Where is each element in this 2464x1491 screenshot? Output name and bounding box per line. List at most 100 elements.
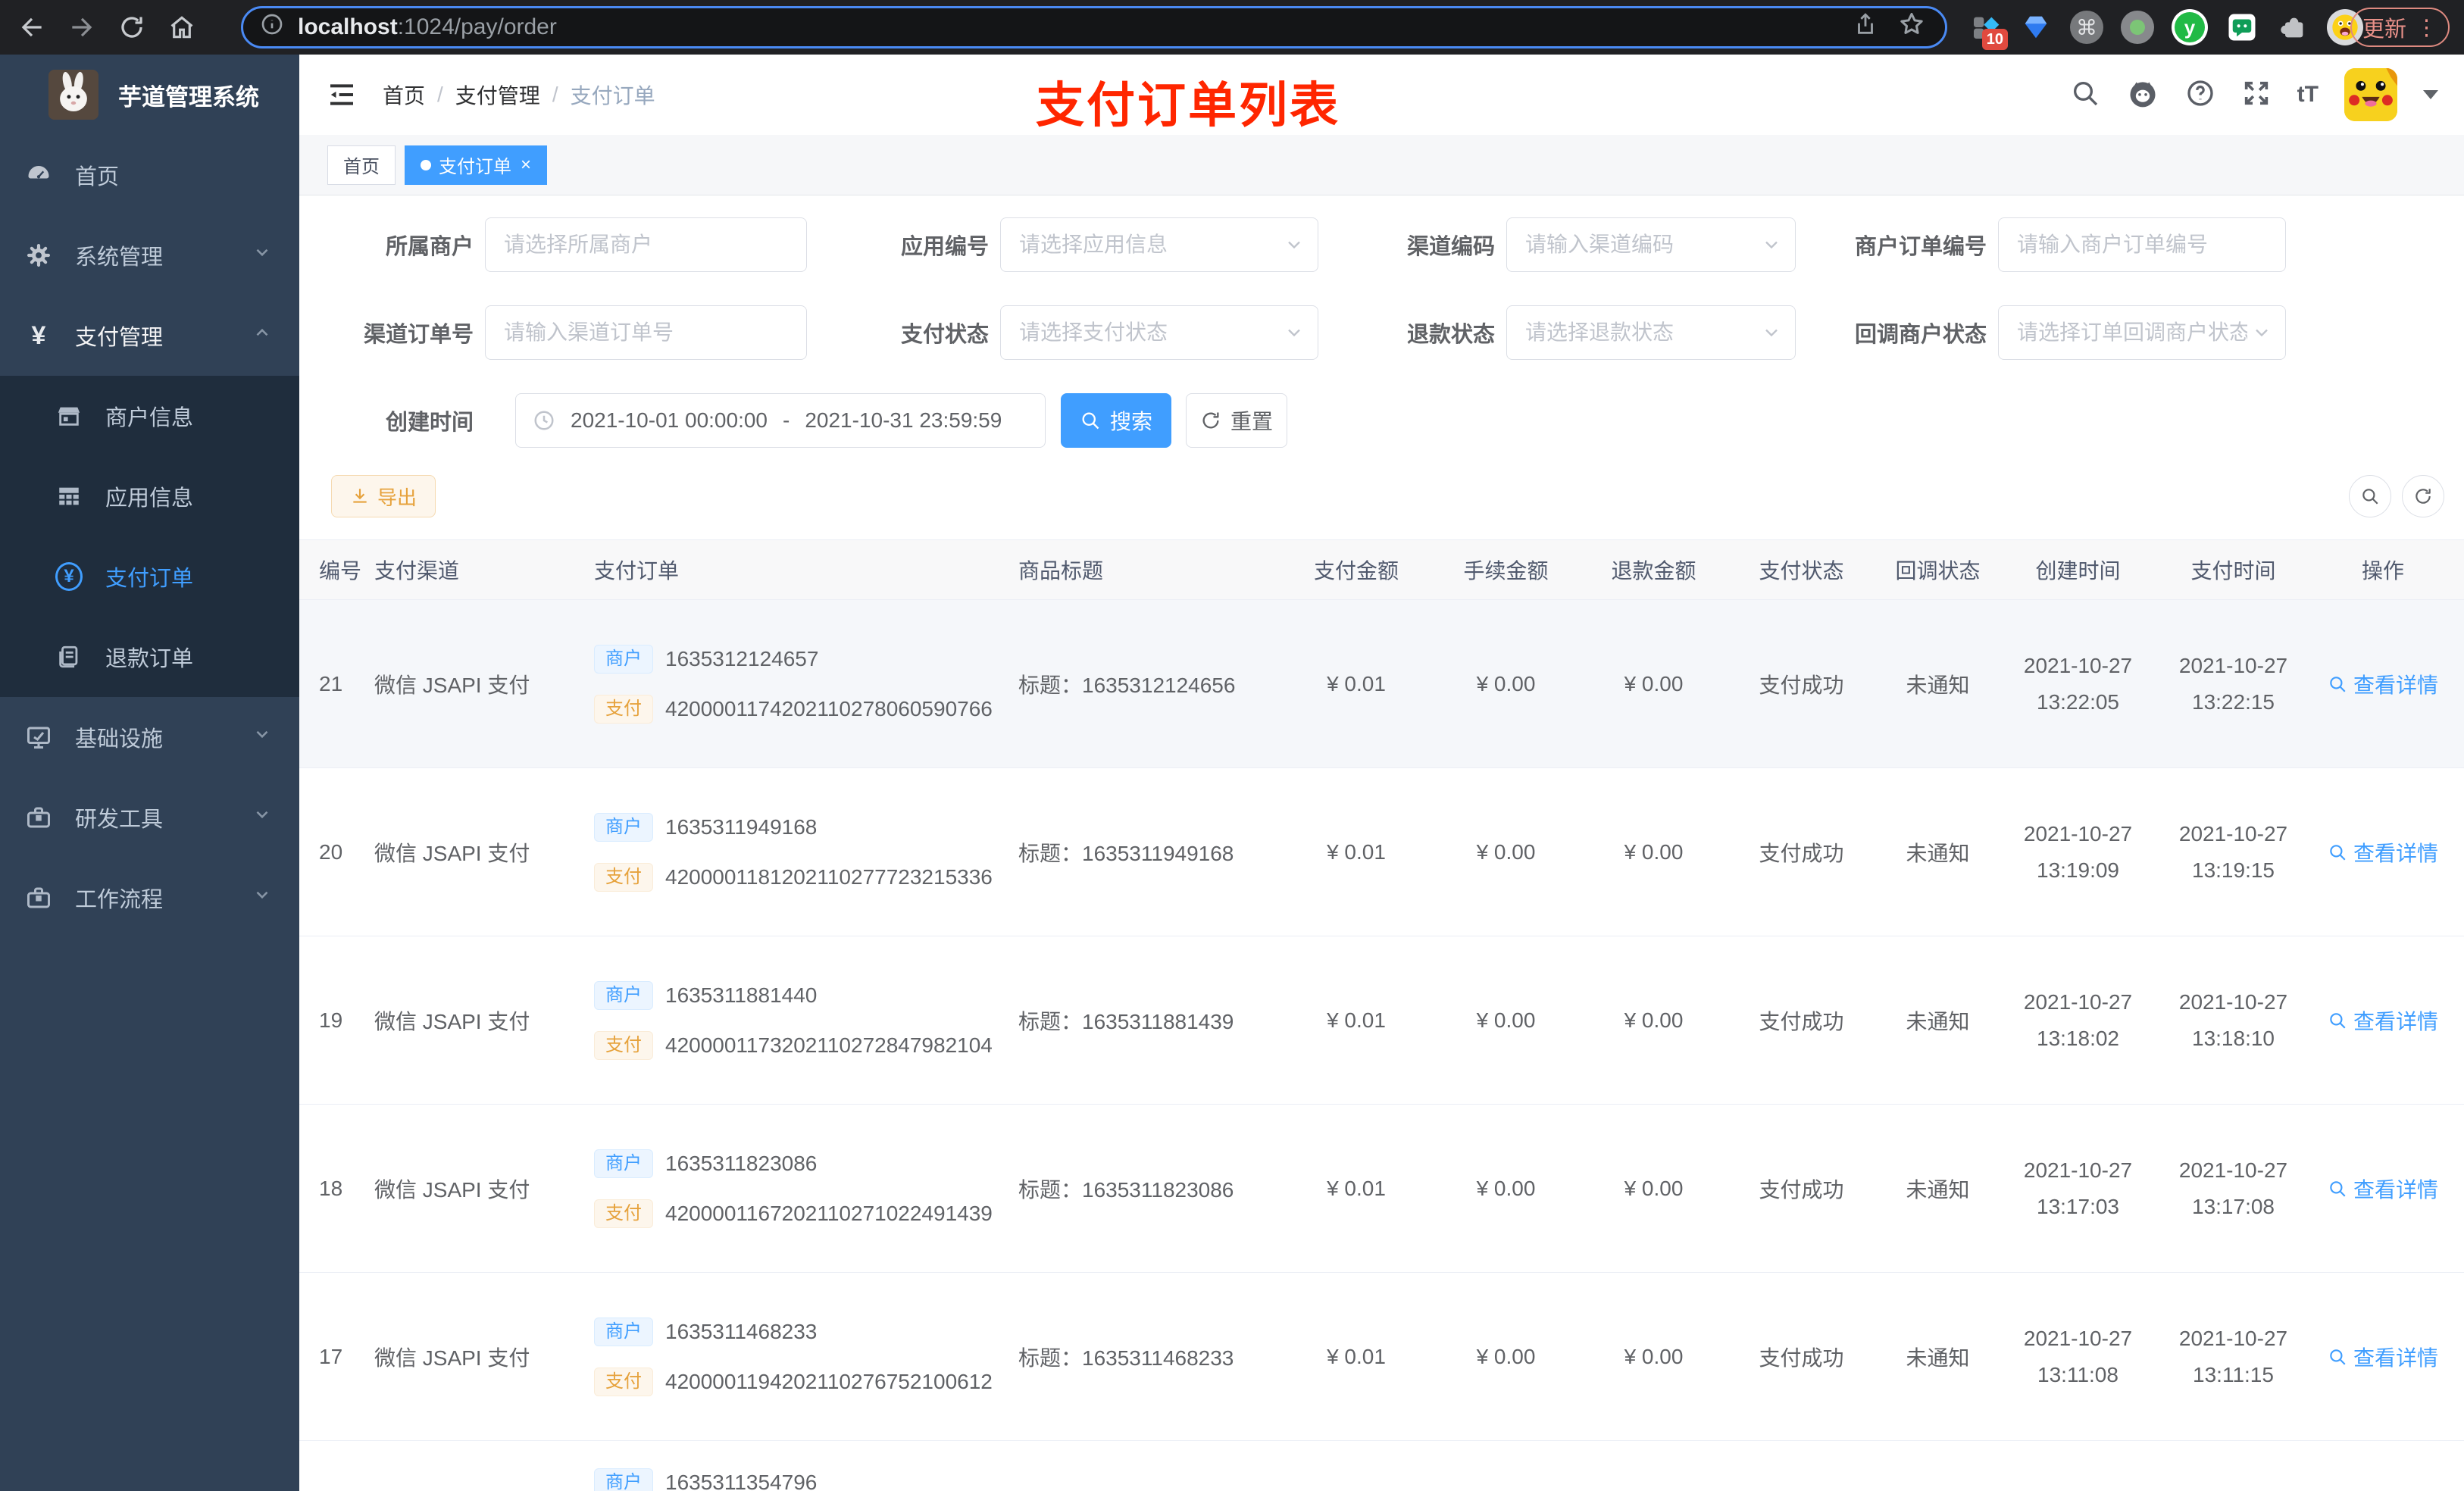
- bookmark-star-icon[interactable]: [1898, 11, 1925, 44]
- sidebar-item-label: 基础设施: [75, 727, 164, 752]
- cell-amount: ¥ 0.01: [1327, 1008, 1386, 1032]
- help-icon[interactable]: [2185, 78, 2215, 112]
- sidebar-item-infrastructure[interactable]: 基础设施: [0, 697, 299, 777]
- share-icon[interactable]: [1853, 11, 1878, 43]
- view-detail-link[interactable]: 查看详情: [2328, 1174, 2438, 1204]
- app-select[interactable]: [1000, 217, 1318, 272]
- cell-id: 17: [319, 1344, 343, 1368]
- filter-label-create-time: 创建时间: [385, 411, 474, 435]
- cell-order: 商户 1635311823086 支付 42000011672021102710…: [583, 1149, 1008, 1228]
- toggle-search-button[interactable]: [2349, 475, 2391, 517]
- pay-order-no: 4200001173202110272847982104: [665, 1033, 993, 1057]
- search-icon: [2362, 489, 2378, 505]
- sidebar-item-home[interactable]: 首页: [0, 135, 299, 215]
- table-row: 17 微信 JSAPI 支付 商户 1635311468233 支付 42000…: [299, 1273, 2464, 1441]
- avatar-caret-icon[interactable]: [2423, 90, 2438, 99]
- close-icon[interactable]: ×: [521, 155, 531, 176]
- chevron-down-icon: [252, 724, 272, 750]
- sidebar-item-system[interactable]: 系统管理: [0, 215, 299, 295]
- export-button[interactable]: 导出: [331, 475, 436, 517]
- filter-label-pay-status: 支付状态: [900, 323, 989, 347]
- refresh-icon: [1202, 412, 1219, 429]
- github-icon[interactable]: [2126, 77, 2159, 114]
- date-separator: -: [783, 408, 790, 432]
- merchant-order-no-input[interactable]: [1998, 217, 2286, 272]
- cell-pay-status: 支付成功: [1759, 1009, 1844, 1033]
- merchant-select[interactable]: [485, 217, 807, 272]
- reset-button[interactable]: 重置: [1186, 393, 1287, 448]
- cell-amount: ¥ 0.01: [1327, 671, 1386, 695]
- cell-fee: ¥ 0.00: [1476, 1344, 1536, 1368]
- pay-tag: 支付: [594, 694, 653, 724]
- sidebar-item-app-info[interactable]: 应用信息: [0, 456, 299, 536]
- cell-id: 19: [319, 1008, 343, 1032]
- sidebar-item-dev-tools[interactable]: 研发工具: [0, 777, 299, 858]
- view-detail-link[interactable]: 查看详情: [2328, 1005, 2438, 1036]
- channel-code-select[interactable]: [1506, 217, 1796, 272]
- sidebar-item-label: 支付订单: [105, 567, 194, 591]
- forward-arrow-icon: [72, 17, 92, 37]
- tab-home[interactable]: 首页: [327, 145, 396, 185]
- kebab-menu-icon: ⋮: [2416, 15, 2437, 40]
- table-toolbar: 导出: [299, 475, 2464, 517]
- browser-home-button[interactable]: [165, 11, 199, 44]
- search-icon[interactable]: [2070, 78, 2100, 112]
- browser-reload-button[interactable]: [115, 11, 149, 44]
- fullscreen-icon[interactable]: [2241, 78, 2272, 112]
- extension-y-icon[interactable]: y: [2172, 9, 2208, 45]
- table-row: 19 微信 JSAPI 支付 商户 1635311881440 支付 42000…: [299, 936, 2464, 1105]
- refresh-table-button[interactable]: [2402, 475, 2444, 517]
- extension-chat-icon[interactable]: [2225, 11, 2259, 44]
- cell-create-time: 2021-10-27 13:22:05: [2023, 653, 2133, 714]
- browser-update-menu-button[interactable]: 更新 ⋮: [2350, 8, 2450, 47]
- extension-gem-icon[interactable]: [2019, 11, 2053, 44]
- view-detail-link[interactable]: 查看详情: [2328, 669, 2438, 699]
- avatar[interactable]: [2344, 68, 2397, 121]
- topbar: 首页 / 支付管理 / 支付订单 支付订单列表 tT: [299, 55, 2464, 135]
- cell-actions: 查看详情: [2311, 1342, 2455, 1372]
- cell-refund: ¥ 0.00: [1624, 1008, 1684, 1032]
- extensions-puzzle-icon[interactable]: [2276, 11, 2309, 44]
- sidebar-item-workflow[interactable]: 工作流程: [0, 858, 299, 938]
- sidebar-collapse-button[interactable]: [327, 80, 357, 110]
- site-info-icon[interactable]: [260, 12, 284, 42]
- update-label: 更新: [2362, 17, 2406, 42]
- create-time-range-picker[interactable]: 2021-10-01 00:00:00 - 2021-10-31 23:59:5…: [515, 393, 1046, 448]
- sidebar-item-label: 系统管理: [75, 245, 164, 270]
- yen-icon: ¥: [31, 321, 46, 350]
- breadcrumb-payment[interactable]: 支付管理: [455, 80, 540, 110]
- extension-command-icon[interactable]: ⌘: [2070, 11, 2103, 44]
- extension-devtools-icon[interactable]: 10: [1968, 11, 2008, 50]
- font-size-icon[interactable]: tT: [2297, 82, 2319, 108]
- download-icon: [353, 489, 367, 503]
- view-detail-link[interactable]: 查看详情: [2328, 1342, 2438, 1372]
- breadcrumb-home[interactable]: 首页: [383, 80, 425, 110]
- cell-pay-status: 支付成功: [1759, 1177, 1844, 1202]
- app-logo-row[interactable]: 芋道管理系统: [0, 55, 299, 135]
- search-button[interactable]: 搜索: [1061, 393, 1171, 448]
- url-bar[interactable]: localhost:1024/pay/order: [241, 6, 1947, 48]
- sidebar-item-pay-order[interactable]: ¥ 支付订单: [0, 536, 299, 617]
- cell-pay-time: 2021-10-27 13:18:10: [2178, 989, 2288, 1050]
- notify-status-select[interactable]: [1998, 305, 2286, 360]
- pay-status-select[interactable]: [1000, 305, 1318, 360]
- browser-forward-button[interactable]: [65, 11, 98, 44]
- table-row: 20 微信 JSAPI 支付 商户 1635311949168 支付 42000…: [299, 768, 2464, 936]
- cell-notify-status: 未通知: [1906, 1177, 1970, 1202]
- cell-title: 标题：1635311881439: [1018, 1009, 1234, 1033]
- sidebar-item-refund-order[interactable]: 退款订单: [0, 617, 299, 697]
- tab-pay-order[interactable]: 支付订单 ×: [405, 145, 548, 185]
- sidebar-item-label: 商户信息: [105, 406, 194, 430]
- extension-recorder-icon[interactable]: [2121, 11, 2154, 44]
- view-detail-link[interactable]: 查看详情: [2328, 837, 2438, 867]
- sidebar-item-payment[interactable]: ¥ 支付管理: [0, 295, 299, 376]
- toolbox-icon: [25, 804, 52, 831]
- cell-channel: 微信 JSAPI 支付: [374, 673, 530, 697]
- browser-back-button[interactable]: [15, 11, 48, 44]
- sidebar: 芋道管理系统 首页 系统管理 ¥ 支付管理 商户信息 应用信息 ¥ 支付订单 退…: [0, 55, 299, 1491]
- url-path: :1024/pay/order: [397, 14, 557, 39]
- channel-order-no-input[interactable]: [485, 305, 807, 360]
- sidebar-item-merchant-info[interactable]: 商户信息: [0, 376, 299, 456]
- cell-refund: ¥ 0.00: [1624, 1344, 1684, 1368]
- refund-status-select[interactable]: [1506, 305, 1796, 360]
